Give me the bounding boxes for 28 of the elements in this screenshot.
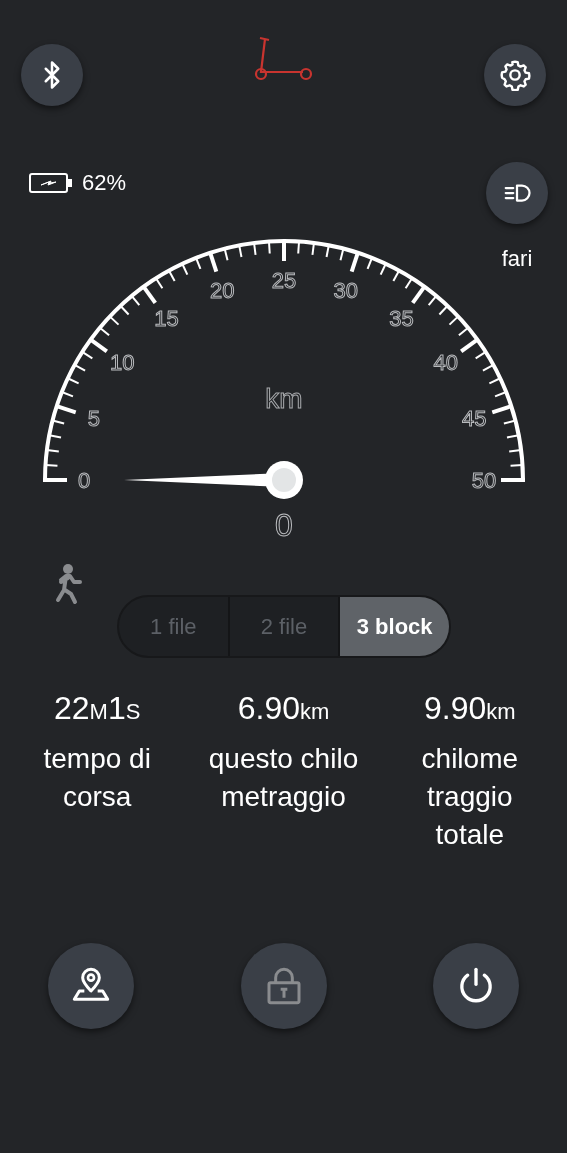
gauge-tick-label: 15 — [154, 306, 179, 332]
gauge-tick-label: 10 — [109, 350, 135, 376]
settings-button[interactable] — [484, 44, 546, 106]
stat-value: 6.90km — [237, 689, 330, 728]
settings-icon — [499, 59, 531, 91]
headlight-label: fari — [501, 248, 533, 270]
stat-value: 9.90km — [424, 689, 516, 728]
gauge-tick-label: 20 — [209, 277, 235, 303]
battery-charging-icon — [29, 170, 73, 195]
gauge-tick-label: 0 — [77, 468, 91, 493]
gauge-tick-label: 45 — [461, 406, 487, 432]
bluetooth-button[interactable] — [21, 44, 83, 106]
mode-tab[interactable]: 3 block — [338, 597, 449, 656]
stat-label: tempo di corsa — [42, 742, 152, 814]
gauge-tick-label: 25 — [271, 268, 297, 293]
battery-percentage: 62% — [82, 169, 127, 197]
headlight-button[interactable] — [486, 162, 548, 224]
stat-label: chilome traggio totale — [420, 742, 520, 852]
gauge-tick-label: 5 — [87, 406, 100, 432]
gauge-tick-label: 50 — [471, 468, 497, 493]
gauge-unit: km — [265, 383, 303, 414]
gauge-tick-label: 30 — [333, 277, 359, 303]
stat-value: 22M1S — [53, 689, 141, 728]
stat-label: questo chilo metraggio — [207, 742, 360, 814]
speed-reading: 0 — [275, 507, 293, 543]
gauge-tick-label: 40 — [433, 350, 459, 376]
mode-tab[interactable]: 1 file — [119, 597, 228, 656]
gauge-tick-label: 35 — [389, 306, 414, 332]
